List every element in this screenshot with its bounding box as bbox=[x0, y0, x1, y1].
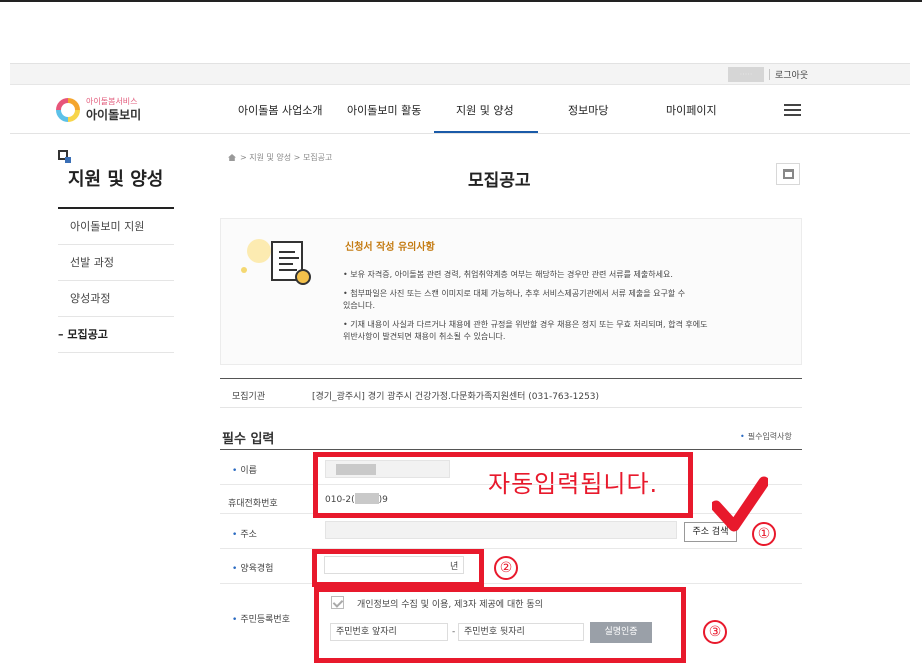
form-row-divider bbox=[220, 548, 802, 549]
address-label: 주소 bbox=[232, 527, 257, 540]
sidebar-active-dash: – bbox=[58, 328, 68, 341]
notice-line: • 첨부파일은 사진 또는 스캔 이미지로 대체 가능하나, 추후 서비스제공기… bbox=[343, 289, 686, 298]
gnb-item-support[interactable]: 지원 및 양성 bbox=[456, 102, 514, 118]
form-row-divider bbox=[220, 583, 802, 584]
annotation-marker-3: ③ bbox=[703, 620, 727, 644]
notice-line: • 보유 자격증, 아이돌봄 관련 경력, 취업취약계층 여부는 해당하는 경우… bbox=[343, 270, 673, 279]
notice-box: 신청서 작성 유의사항 • 보유 자격증, 아이돌봄 관련 경력, 취업취약계층… bbox=[220, 218, 802, 365]
notice-title: 신청서 작성 유의사항 bbox=[345, 242, 435, 253]
experience-label: 양육경험 bbox=[232, 561, 273, 574]
name-label: 이름 bbox=[232, 463, 257, 476]
utility-bar: ····· 로그아웃 bbox=[10, 63, 910, 85]
sidebar-deco-icon bbox=[58, 150, 71, 163]
required-note: 필수입력사항 bbox=[740, 431, 792, 442]
logout-link[interactable]: 로그아웃 bbox=[775, 68, 808, 81]
sidebar-item-selection[interactable]: 선발 과정 bbox=[58, 245, 174, 281]
agency-label: 모집기관 bbox=[232, 392, 266, 402]
user-name-masked: ····· bbox=[728, 67, 764, 82]
page-title: 모집공고 bbox=[468, 171, 531, 191]
sidebar-item-apply[interactable]: 아이돌보미 지원 bbox=[58, 209, 174, 245]
printer-icon bbox=[783, 169, 794, 179]
agency-value: [경기_광주시] 경기 광주시 건강가정.다문화가족지원센터 (031-763-… bbox=[312, 392, 600, 402]
sidebar-item-recruit[interactable]: – 모집공고 bbox=[58, 317, 174, 353]
annotation-marker-2: ② bbox=[494, 556, 518, 580]
home-icon[interactable] bbox=[228, 154, 236, 161]
document-illustration-icon bbox=[231, 227, 321, 297]
annotation-experience-box bbox=[312, 549, 484, 587]
sidebar-title: 지원 및 양성 bbox=[68, 169, 164, 190]
sidebar-item-recruit-label: 모집공고 bbox=[67, 328, 108, 341]
required-section-heading: 필수 입력 bbox=[222, 432, 275, 447]
notice-line: 있습니다. bbox=[343, 301, 375, 310]
phone-label: 휴대전화번호 bbox=[228, 499, 278, 509]
breadcrumb-item-support[interactable]: 지원 및 양성 bbox=[249, 153, 291, 162]
gnb-item-intro[interactable]: 아이돌봄 사업소개 bbox=[238, 102, 322, 118]
form-top-rule bbox=[220, 449, 802, 450]
sidebar-item-training[interactable]: 양성과정 bbox=[58, 281, 174, 317]
gnb-item-mypage[interactable]: 마이페이지 bbox=[666, 102, 717, 118]
address-input[interactable] bbox=[325, 521, 677, 539]
print-button[interactable] bbox=[776, 163, 800, 185]
breadcrumb-item-recruit[interactable]: 모집공고 bbox=[303, 153, 332, 162]
annotation-marker-1: ① bbox=[752, 522, 776, 546]
gnb-item-activity[interactable]: 아이돌보미 활동 bbox=[347, 102, 421, 118]
utility-divider bbox=[769, 69, 770, 80]
gnb-divider bbox=[10, 133, 910, 134]
logo-name-text: 아이돌보미 bbox=[86, 108, 142, 122]
gnb-item-info[interactable]: 정보마당 bbox=[568, 102, 608, 118]
notice-line: • 기재 내용이 사실과 다르거나 채용에 관한 규정을 위반할 경우 채용은 … bbox=[343, 320, 708, 329]
menu-icon[interactable] bbox=[784, 104, 801, 116]
top-border bbox=[0, 0, 922, 2]
logo-circle-icon bbox=[56, 98, 80, 122]
annotation-rrn-box bbox=[314, 587, 686, 663]
annotation-autofill-text: 자동입력됩니다. bbox=[488, 470, 659, 498]
breadcrumb: > 지원 및 양성 > 모집공고 bbox=[228, 152, 332, 163]
rrn-label: 주민등록번호 bbox=[232, 612, 290, 625]
notice-line: 위반사항이 발견되면 채용이 취소될 수 있습니다. bbox=[343, 332, 506, 341]
agency-row: 모집기관 [경기_광주시] 경기 광주시 건강가정.다문화가족지원센터 (031… bbox=[220, 378, 802, 408]
